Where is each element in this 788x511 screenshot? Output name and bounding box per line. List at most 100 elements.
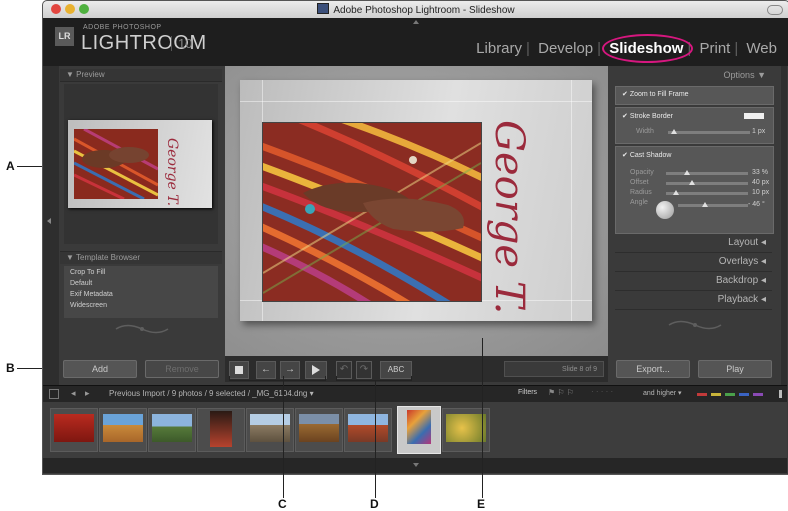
filmstrip-thumb[interactable] [246, 408, 294, 452]
preview-header[interactable]: ▼ Preview [60, 69, 222, 82]
preview-caption: George T. [164, 138, 180, 207]
guide-top [240, 101, 592, 102]
angle-slider[interactable] [678, 204, 748, 207]
layout-section[interactable]: Layout ◂ [615, 234, 772, 253]
offset-slider-thumb[interactable] [689, 180, 695, 185]
module-slideshow[interactable]: Slideshow [605, 40, 687, 57]
filmstrip-thumb[interactable] [197, 408, 245, 452]
overlays-section[interactable]: Overlays ◂ [615, 253, 772, 272]
module-picker: Library | Develop | Slideshow | Print | Web [472, 40, 781, 57]
flag-filter-icons[interactable]: ⚑ ⚐ ⚐ [548, 388, 574, 397]
callout-c: C [278, 497, 287, 511]
callout-a: A [6, 159, 15, 173]
color-label-green[interactable] [725, 393, 735, 396]
filmstrip-header: ◂ ▸ Previous Import / 9 photos / 9 selec… [43, 385, 787, 403]
rating-filter-dropdown[interactable]: and higher ▾ [643, 389, 682, 397]
filmstrip-thumb[interactable] [50, 408, 98, 452]
width-value: 1 px [752, 128, 766, 135]
stroke-border-checkbox[interactable]: ✔ Stroke Border [622, 112, 673, 120]
brand-top: ADOBE PHOTOSHOP [83, 24, 162, 31]
template-browser-header[interactable]: ▼ Template Browser [60, 251, 222, 264]
width-slider-thumb[interactable] [671, 129, 677, 134]
color-label-blue[interactable] [739, 393, 749, 396]
slide-caption[interactable]: George T. [486, 120, 532, 314]
color-label-yellow[interactable] [711, 393, 721, 396]
angle-value: - 46 ° [748, 201, 765, 208]
add-text-button[interactable]: ABC [380, 361, 412, 379]
callout-c-bracket-left [229, 376, 230, 381]
options-header[interactable]: Options ▼ [610, 69, 780, 81]
color-label-red[interactable] [697, 393, 707, 396]
zoom-to-fill-group: ✔ Zoom to Fill Frame [615, 86, 774, 105]
opacity-slider-thumb[interactable] [684, 170, 690, 175]
lr-logo: LR [55, 27, 74, 46]
radius-label: Radius [630, 189, 652, 196]
play-button[interactable]: Play [698, 360, 772, 378]
cast-shadow-checkbox[interactable]: ✔ Cast Shadow [622, 151, 671, 159]
callout-d-bracket-right [411, 376, 412, 381]
template-list: Crop To Fill Default Exif Metadata Wides… [64, 266, 218, 318]
preview-pane: George T. [64, 84, 218, 244]
panel-end-ornament-icon [112, 322, 172, 336]
identity-plate-bar: LR ADOBE PHOTOSHOP LIGHTROOM 10 Library |… [43, 18, 788, 66]
filmstrip-thumb-selected[interactable] [397, 406, 441, 454]
offset-label: Offset [630, 179, 649, 186]
opacity-slider[interactable] [666, 172, 748, 175]
module-web[interactable]: Web [742, 40, 781, 57]
callout-d-line [375, 380, 376, 498]
window-title: Adobe Photoshop Lightroom - Slideshow [43, 3, 788, 16]
callout-b: B [6, 361, 15, 375]
left-edge [43, 66, 59, 385]
rotate-right-button[interactable]: ↷ [356, 361, 372, 379]
toolbar-toggle-button[interactable] [767, 5, 783, 15]
offset-slider[interactable] [666, 182, 748, 185]
right-panel-ornament-icon [665, 318, 725, 332]
template-item[interactable]: Exif Metadata [70, 291, 113, 298]
title-bar: Adobe Photoshop Lightroom - Slideshow [43, 1, 788, 19]
filter-lock-icon[interactable] [779, 390, 782, 398]
rotate-left-button[interactable]: ↶ [336, 361, 352, 379]
preview-play-button[interactable] [305, 361, 327, 379]
module-print[interactable]: Print [696, 40, 735, 57]
preview-photo [74, 129, 158, 199]
filmstrip-thumb[interactable] [99, 408, 147, 452]
angle-slider-thumb[interactable] [702, 202, 708, 207]
radius-slider-thumb[interactable] [673, 190, 679, 195]
right-edge [781, 66, 787, 385]
remove-template-button[interactable]: Remove [145, 360, 219, 378]
module-library[interactable]: Library [472, 40, 526, 57]
backdrop-section[interactable]: Backdrop ◂ [615, 272, 772, 291]
export-button[interactable]: Export... [616, 360, 690, 378]
grid-view-icon[interactable] [49, 389, 59, 399]
previous-slide-button[interactable]: ← [256, 361, 276, 379]
template-item[interactable]: Default [70, 280, 92, 287]
width-slider[interactable] [668, 131, 750, 134]
offset-value: 40 px [752, 179, 770, 186]
callout-d-bracket [336, 380, 412, 381]
forward-arrow-icon[interactable]: ▸ [85, 388, 90, 399]
color-label-purple[interactable] [753, 393, 763, 396]
filmstrip-thumb[interactable] [344, 408, 392, 452]
template-item[interactable]: Crop To Fill [70, 269, 105, 276]
zoom-to-fill-checkbox[interactable]: ✔ Zoom to Fill Frame [622, 90, 689, 98]
filters-label: Filters [518, 389, 538, 396]
stroke-border-group: ✔ Stroke Border Width 1 px [615, 107, 774, 144]
slide-photo [262, 122, 482, 302]
playback-section[interactable]: Playback ◂ [615, 291, 772, 310]
filmstrip-thumb[interactable] [148, 408, 196, 452]
guide-right [571, 80, 572, 321]
angle-dial[interactable] [656, 201, 674, 219]
top-panel-toggle-icon[interactable] [413, 20, 419, 24]
module-develop[interactable]: Develop [534, 40, 597, 57]
template-item[interactable]: Widescreen [70, 302, 107, 309]
rating-filter-icons[interactable]: · · · · · [591, 387, 613, 396]
stop-button[interactable] [229, 361, 249, 379]
add-template-button[interactable]: Add [63, 360, 137, 378]
callout-c-bracket [229, 380, 326, 381]
bottom-panel-toggle-icon[interactable] [413, 463, 419, 467]
filmstrip-thumb[interactable] [295, 408, 343, 452]
stroke-color-swatch[interactable] [744, 113, 764, 119]
left-panel-toggle-icon[interactable] [47, 218, 51, 224]
back-arrow-icon[interactable]: ◂ [71, 388, 76, 399]
cast-shadow-group: ✔ Cast Shadow Opacity 33 % Offset 40 px … [615, 146, 774, 234]
